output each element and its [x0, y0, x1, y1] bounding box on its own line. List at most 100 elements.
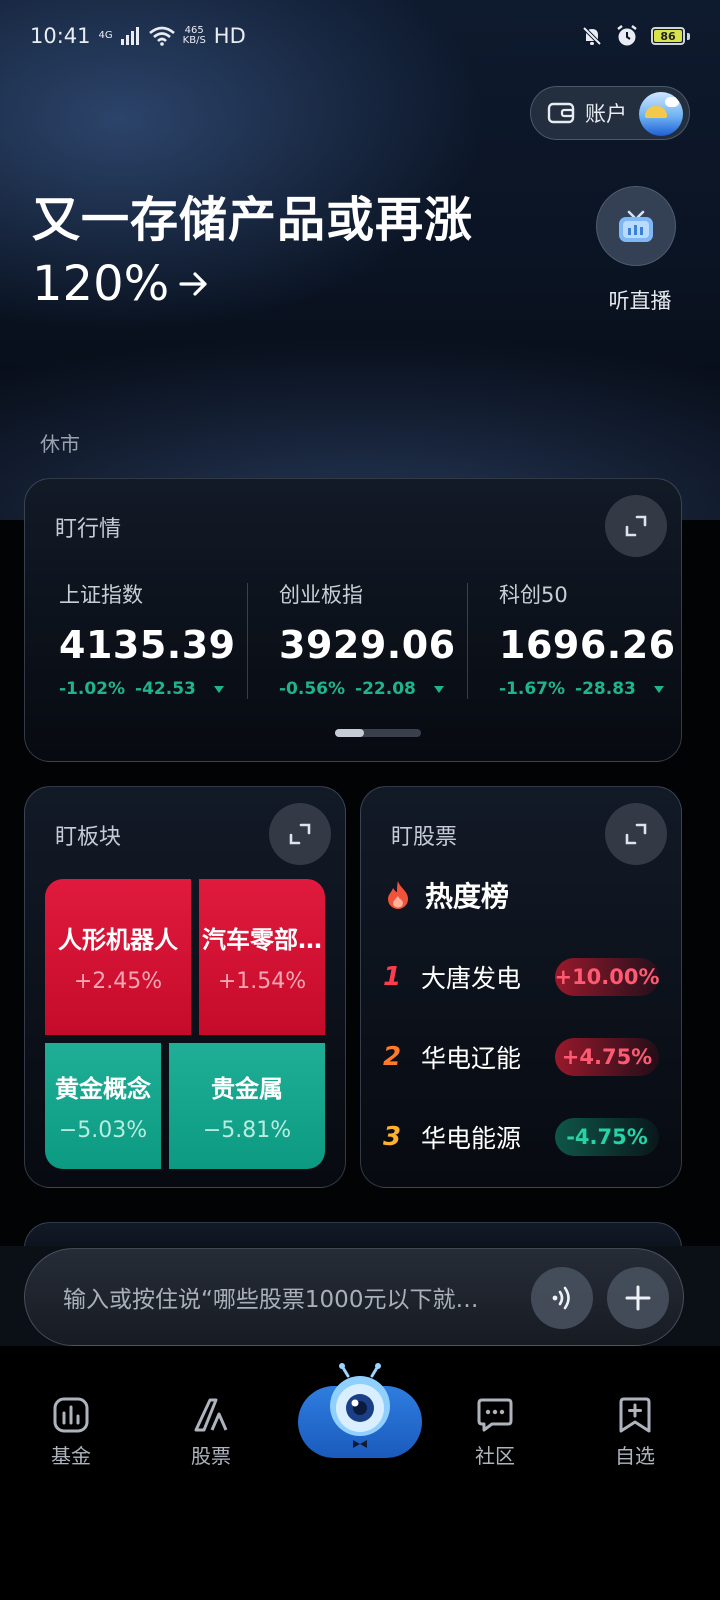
hd-indicator: HD: [213, 24, 246, 48]
expand-market-button[interactable]: [605, 495, 667, 557]
stock-card-title: 盯股票: [391, 825, 458, 850]
index-value: 4135.39: [59, 623, 236, 667]
nav-label: 社区: [475, 1444, 515, 1468]
rank-number: 2: [383, 1042, 402, 1072]
sector-tile[interactable]: 贵金属 −5.81%: [169, 1043, 325, 1169]
index-item[interactable]: 上证指数 4135.39 -1.02% -42.53: [59, 579, 259, 699]
stock-name: 华电能源: [421, 1124, 522, 1153]
index-delta: -28.83: [575, 679, 636, 699]
sector-change: −5.03%: [58, 1118, 148, 1143]
rank-number: 1: [383, 962, 402, 992]
live-stream-label: 听直播: [608, 289, 672, 313]
index-delta: -22.08: [355, 679, 416, 699]
robot-mascot-icon: [330, 1363, 390, 1448]
market-status: 休市: [40, 432, 80, 456]
hot-stock-row[interactable]: 3 华电能源 -4.75%: [383, 1117, 663, 1157]
index-item[interactable]: 创业板指 3929.06 -0.56% -22.08: [279, 579, 479, 699]
index-name: 上证指数: [59, 583, 143, 607]
market-watch-card[interactable]: 盯行情 上证指数 4135.39 -1.02% -42.53 创业板指 3929…: [24, 478, 682, 762]
down-triangle-icon: [653, 685, 664, 693]
bottom-navigation: 基金 股票 社区 自选: [0, 1346, 720, 1600]
ai-input-placeholder[interactable]: 输入或按住说“哪些股票1000元以下就…: [63, 1280, 523, 1314]
sector-tile[interactable]: 黄金概念 −5.03%: [45, 1043, 161, 1169]
fire-icon: [388, 881, 408, 909]
voice-wave-icon: [552, 1286, 570, 1310]
headline-title[interactable]: 又一存储产品或再涨: [32, 180, 473, 250]
sector-change: −5.81%: [202, 1118, 292, 1143]
sector-name: 黄金概念: [55, 1075, 151, 1103]
expand-icon: [625, 515, 647, 537]
add-button[interactable]: [607, 1267, 669, 1329]
status-time: 10:41: [30, 24, 91, 48]
ai-input-bar[interactable]: 输入或按住说“哪些股票1000元以下就…: [24, 1248, 684, 1346]
cellular-signal-icon: [120, 27, 139, 45]
market-card-title: 盯行情: [55, 517, 122, 542]
index-item[interactable]: 科创50 1696.26 -1.67% -28.83: [499, 579, 699, 699]
network-type: 4G: [98, 30, 113, 41]
speed-unit: KB/S: [182, 35, 206, 46]
stock-name: 大唐发电: [421, 964, 522, 993]
sector-watch-card[interactable]: 盯板块 人形机器人 +2.45% 汽车零部… +1.54% 黄金概念 −5.03…: [24, 786, 346, 1188]
sector-name: 贵金属: [211, 1075, 283, 1103]
headline-subtitle[interactable]: 120%: [32, 256, 211, 312]
live-stream-button[interactable]: [596, 186, 676, 266]
tv-icon: [619, 210, 653, 242]
mute-bell-icon: [582, 26, 602, 46]
nav-label: 基金: [51, 1444, 91, 1468]
stock-icon: [194, 1398, 228, 1432]
voice-button[interactable]: [531, 1267, 593, 1329]
chat-icon: [477, 1398, 513, 1432]
stock-change-badge: -4.75%: [555, 1118, 659, 1156]
battery-level: 86: [654, 30, 682, 43]
expand-icon: [289, 823, 311, 845]
headline-percent: 120%: [32, 256, 170, 312]
nav-item-stock[interactable]: 股票: [166, 1396, 256, 1469]
nav-item-fund[interactable]: 基金: [26, 1396, 116, 1469]
index-pct: -1.67%: [499, 679, 566, 699]
sector-change: +2.45%: [73, 969, 163, 994]
sector-card-title: 盯板块: [55, 825, 122, 850]
plus-icon: [625, 1285, 651, 1311]
hot-stock-row[interactable]: 1 大唐发电 +10.00%: [383, 957, 663, 997]
index-value: 3929.06: [279, 623, 456, 667]
index-change: -0.56% -22.08: [279, 679, 479, 699]
wifi-icon: [148, 26, 175, 46]
avatar: [639, 92, 683, 136]
account-button[interactable]: 账户: [530, 86, 690, 140]
index-value: 1696.26: [499, 623, 676, 667]
down-triangle-icon: [433, 685, 444, 693]
sector-name: 汽车零部…: [202, 926, 322, 954]
stock-name: 华电辽能: [421, 1044, 522, 1073]
nav-label: 股票: [191, 1444, 231, 1468]
divider: [247, 583, 248, 699]
divider: [467, 583, 468, 699]
nav-item-community[interactable]: 社区: [450, 1396, 540, 1469]
status-bar: 10:41 4G 465 KB/S HD 86: [30, 20, 690, 52]
hot-stock-row[interactable]: 2 华电辽能 +4.75%: [383, 1037, 663, 1077]
stock-watch-card[interactable]: 盯股票 热度榜 1 大唐发电 +10.00% 2 华电辽能 +4.75% 3 华…: [360, 786, 682, 1188]
nav-label: 自选: [615, 1444, 655, 1468]
bookmark-add-icon: [619, 1397, 651, 1433]
hot-list-title: 热度榜: [425, 880, 510, 913]
battery-indicator: 86: [651, 27, 690, 45]
expand-icon: [625, 823, 647, 845]
index-delta: -42.53: [135, 679, 196, 699]
stock-change-badge: +4.75%: [555, 1038, 659, 1076]
account-label: 账户: [585, 102, 627, 126]
alarm-clock-icon: [617, 25, 637, 46]
sector-tile[interactable]: 人形机器人 +2.45%: [45, 879, 191, 1035]
down-triangle-icon: [213, 685, 224, 693]
ai-assistant-button[interactable]: [298, 1363, 422, 1458]
expand-stock-button[interactable]: [605, 803, 667, 865]
page-indicator-active: [335, 729, 364, 737]
index-change: -1.67% -28.83: [499, 679, 699, 699]
index-name: 科创50: [499, 583, 568, 607]
index-change: -1.02% -42.53: [59, 679, 259, 699]
nav-item-watchlist[interactable]: 自选: [590, 1396, 680, 1469]
sector-name: 人形机器人: [58, 926, 178, 954]
sector-change: +1.54%: [217, 969, 307, 994]
sector-tile[interactable]: 汽车零部… +1.54%: [199, 879, 325, 1035]
expand-sector-button[interactable]: [269, 803, 331, 865]
hot-list-header[interactable]: 热度榜: [385, 875, 509, 915]
rank-number: 3: [383, 1122, 402, 1152]
